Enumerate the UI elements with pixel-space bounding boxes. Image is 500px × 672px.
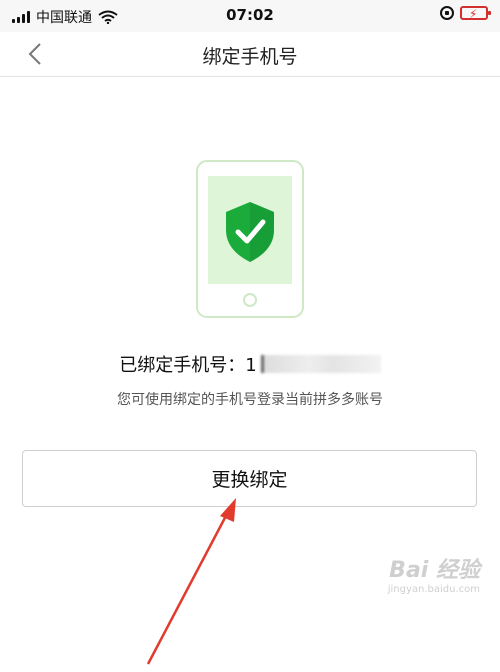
content-area: 已绑定手机号：1 您可使用绑定的手机号登录当前拼多多账号 更换绑定 Bai 经验…: [0, 77, 500, 665]
status-time: 07:02: [226, 6, 274, 24]
bound-number-masked: [260, 355, 381, 373]
watermark-logo: Bai 经验: [389, 558, 480, 583]
nav-bar: 绑定手机号: [0, 32, 500, 77]
watermark: Bai 经验 jingyan.baidu.com: [388, 552, 480, 595]
bound-number-row: 已绑定手机号：1: [0, 351, 500, 377]
status-right: ⚡: [440, 6, 491, 21]
red-arrow-annotation: [146, 498, 236, 665]
page-title: 绑定手机号: [202, 46, 298, 68]
orientation-lock-icon: [440, 6, 454, 20]
battery-icon: ⚡: [460, 6, 491, 21]
phone-shield-illustration: [196, 160, 304, 318]
watermark-url: jingyan.baidu.com: [387, 584, 480, 595]
bound-number-label: 已绑定手机号：: [119, 355, 246, 376]
bound-number-hint: 您可使用绑定的手机号登录当前拼多多账号: [117, 392, 383, 408]
bound-number-visible: 1: [245, 355, 257, 376]
status-bar: 中国联通 07:02 ⚡: [0, 0, 500, 32]
